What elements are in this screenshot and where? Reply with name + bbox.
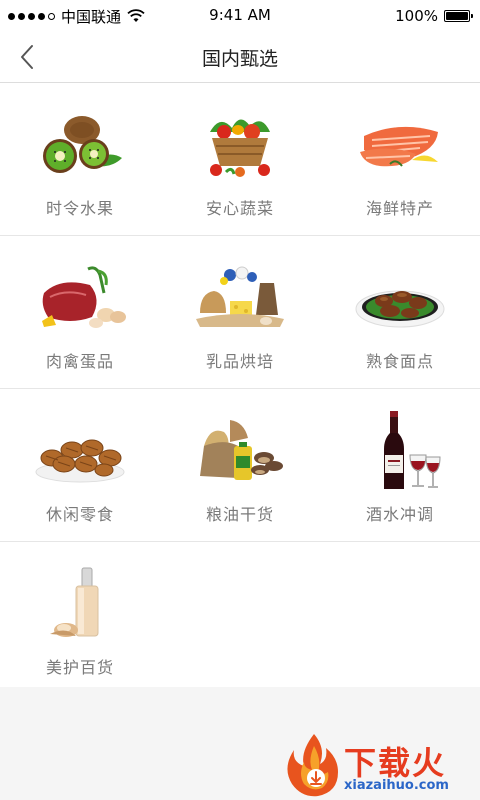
wine-icon <box>350 411 450 491</box>
category-item-grain-oil[interactable]: 粮油干货 <box>160 389 320 541</box>
salmon-icon <box>350 105 450 185</box>
category-label: 熟食面点 <box>365 352 434 371</box>
category-row: 休闲零食 粮油干货 酒水冲调 <box>0 389 480 542</box>
page-title: 国内甄选 <box>201 48 278 70</box>
watermark-url: xiazaihuo.com <box>344 778 449 793</box>
category-item-beauty[interactable]: 美护百货 <box>0 542 160 687</box>
category-label: 肉禽蛋品 <box>45 352 114 371</box>
battery-percent: 100% <box>395 7 438 25</box>
category-label: 安心蔬菜 <box>205 199 274 218</box>
category-label: 时令水果 <box>45 199 114 218</box>
nav-bar: 国内甄选 <box>0 32 480 83</box>
battery-icon <box>444 10 473 22</box>
watermark-logo: 下载火 xiazaihuo.com <box>286 732 474 798</box>
category-label: 美护百货 <box>45 658 114 677</box>
category-label: 酒水冲调 <box>365 505 434 524</box>
category-label: 乳品烘培 <box>205 352 274 371</box>
category-label: 粮油干货 <box>205 505 274 524</box>
category-item-snacks[interactable]: 休闲零食 <box>0 389 160 541</box>
category-grid: 时令水果 安心蔬菜 海鲜特产 肉禽蛋品 乳品烘培 熟食面点 休闲零食 粮油干货 … <box>0 83 480 687</box>
category-item-fruit[interactable]: 时令水果 <box>0 83 160 235</box>
cosmetics-bottle-icon <box>30 564 130 644</box>
grain-oil-icon <box>190 411 290 491</box>
empty-cell <box>320 542 480 687</box>
category-item-cooked[interactable]: 熟食面点 <box>320 236 480 388</box>
vegetable-basket-icon <box>190 105 290 185</box>
cooked-meat-icon <box>350 258 450 338</box>
category-label: 休闲零食 <box>45 505 114 524</box>
category-item-seafood[interactable]: 海鲜特产 <box>320 83 480 235</box>
empty-cell <box>160 542 320 687</box>
category-item-dairy[interactable]: 乳品烘培 <box>160 236 320 388</box>
category-item-vegetables[interactable]: 安心蔬菜 <box>160 83 320 235</box>
category-item-wine[interactable]: 酒水冲调 <box>320 389 480 541</box>
category-item-meat-eggs[interactable]: 肉禽蛋品 <box>0 236 160 388</box>
meat-eggs-icon <box>30 258 130 338</box>
category-row: 肉禽蛋品 乳品烘培 熟食面点 <box>0 236 480 389</box>
category-row: 美护百货 <box>0 542 480 687</box>
status-bar: 中国联通 9:41 AM 100% <box>0 0 480 32</box>
category-label: 海鲜特产 <box>365 199 434 218</box>
flame-logo-icon <box>287 734 338 797</box>
nuts-snack-icon <box>30 411 130 491</box>
kiwi-fruit-icon <box>30 105 130 185</box>
category-row: 时令水果 安心蔬菜 海鲜特产 <box>0 83 480 236</box>
dairy-bakery-icon <box>190 258 290 338</box>
